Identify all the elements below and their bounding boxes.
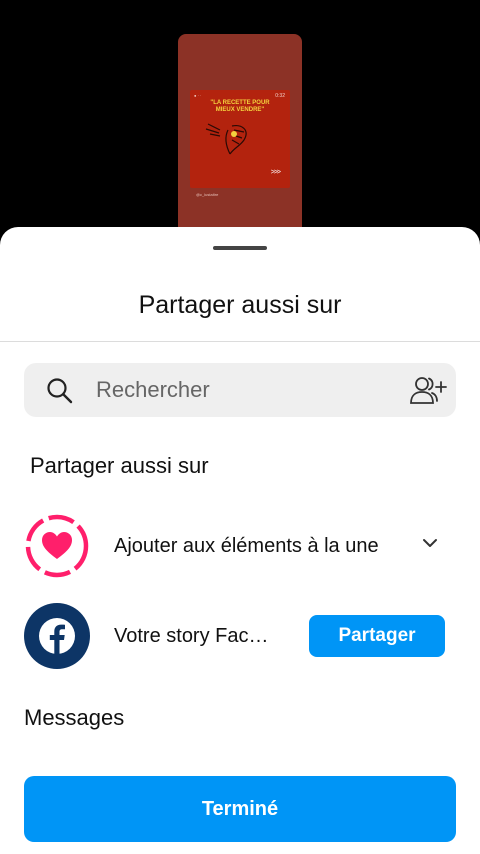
facebook-story-row: Votre story Facebook Partager [24, 603, 456, 669]
search-input[interactable] [96, 363, 396, 417]
search-icon [47, 378, 73, 404]
share-sheet: Partager aussi sur Partager aussi sur Aj… [0, 227, 480, 854]
story-headline-line1: "LA RECETTE POUR [210, 100, 270, 106]
search-bar[interactable] [24, 363, 456, 417]
done-button[interactable]: Terminé [24, 776, 456, 842]
facebook-story-label: Votre story Facebook [114, 625, 276, 647]
story-top-mark: ● · · [194, 93, 202, 98]
section-heading: Partager aussi sur [30, 453, 209, 478]
story-time: 0:32 [275, 93, 285, 99]
add-to-highlights-row[interactable]: Ajouter aux éléments à la une [24, 513, 456, 579]
facebook-icon [24, 603, 90, 669]
story-headline-line2: MIEUX VENDRE" [215, 107, 265, 113]
highlights-label: Ajouter aux éléments à la une [114, 535, 379, 557]
story-thumbnail: ● · · 0:32 "LA RECETTE POUR MIEUX VENDRE… [190, 90, 290, 188]
sheet-grabber[interactable] [213, 246, 267, 250]
sheet-divider [0, 341, 480, 342]
wings-illustration-icon [205, 123, 247, 155]
add-people-icon[interactable] [408, 374, 448, 406]
messages-heading: Messages [24, 705, 125, 730]
share-button[interactable]: Partager [309, 615, 445, 657]
story-preview: ● · · 0:32 "LA RECETTE POUR MIEUX VENDRE… [178, 34, 302, 254]
story-handle: @c_lustaltre [196, 192, 219, 197]
story-headline: "LA RECETTE POUR MIEUX VENDRE" [190, 100, 290, 114]
highlight-heart-icon [25, 514, 89, 578]
story-arrows: >>> [270, 169, 281, 176]
chevron-down-icon[interactable] [422, 538, 438, 548]
sheet-title: Partager aussi sur [138, 291, 342, 319]
